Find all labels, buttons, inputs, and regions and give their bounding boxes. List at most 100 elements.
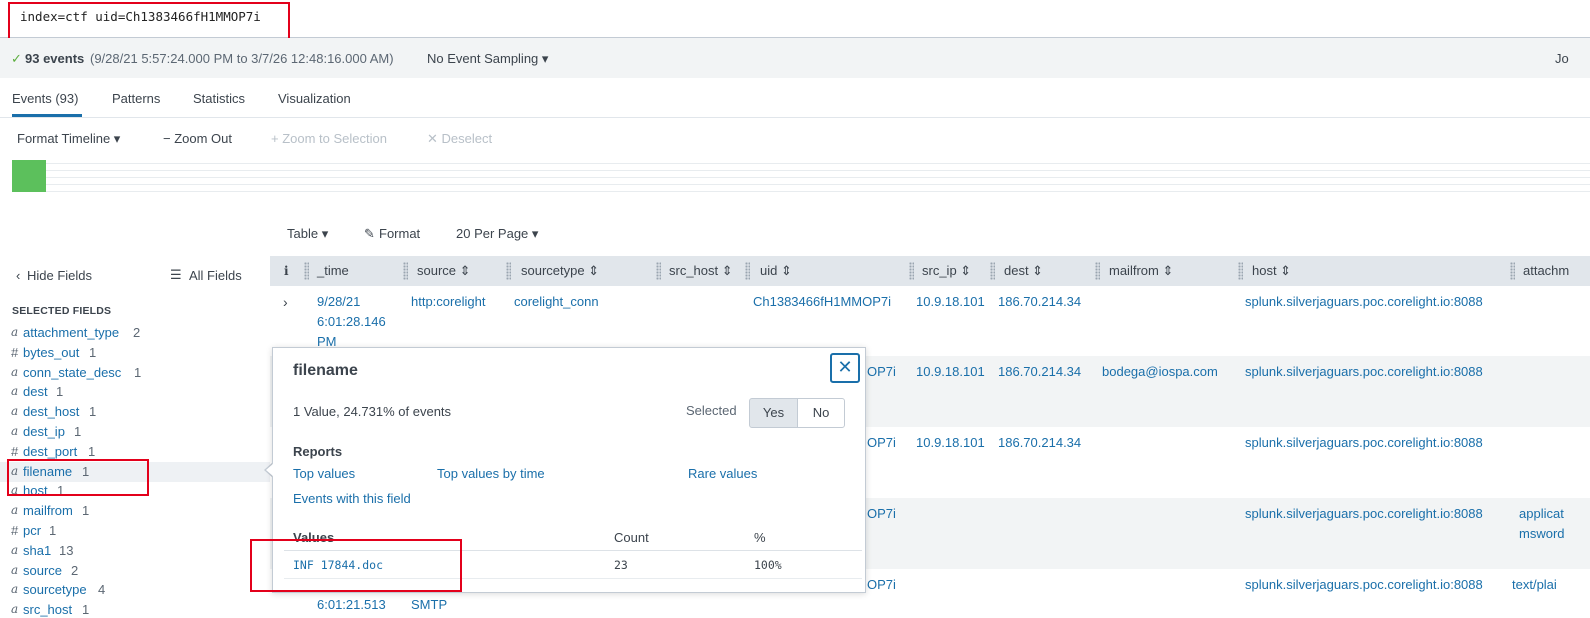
tab-events[interactable]: Events (93) bbox=[12, 91, 78, 106]
report-top-values-by-time-link[interactable]: Top values by time bbox=[437, 466, 545, 481]
column-grip[interactable] bbox=[403, 262, 408, 280]
column-header-sourcetype[interactable]: sourcetype ⇕ bbox=[521, 256, 599, 286]
cell-time-clock[interactable]: 6:01:28.146 bbox=[317, 312, 386, 332]
field-row-dest[interactable]: a dest 1 bbox=[0, 382, 270, 402]
field-name[interactable]: bytes_out bbox=[23, 345, 79, 360]
selected-no-button[interactable]: No bbox=[797, 398, 845, 428]
job-menu[interactable]: Jo bbox=[1555, 51, 1569, 66]
column-grip[interactable] bbox=[506, 262, 511, 280]
field-name[interactable]: dest_host bbox=[23, 404, 79, 419]
column-header-mailfrom[interactable]: mailfrom ⇕ bbox=[1109, 256, 1173, 286]
cell-attachment-type[interactable]: applicat bbox=[1519, 504, 1564, 524]
field-name[interactable]: conn_state_desc bbox=[23, 365, 121, 380]
field-row-source[interactable]: a source 2 bbox=[0, 561, 270, 581]
field-row-conn-state-desc[interactable]: a conn_state_desc 1 bbox=[0, 363, 270, 383]
format-button[interactable]: Format bbox=[379, 226, 420, 241]
field-name[interactable]: dest_ip bbox=[23, 424, 65, 439]
column-header-uid[interactable]: uid ⇕ bbox=[760, 256, 792, 286]
report-events-with-field-link[interactable]: Events with this field bbox=[293, 491, 411, 506]
column-grip[interactable] bbox=[656, 262, 661, 280]
report-top-values-link[interactable]: Top values bbox=[293, 466, 355, 481]
column-grip[interactable] bbox=[304, 262, 309, 280]
field-name[interactable]: src_host bbox=[23, 602, 72, 617]
cell-dest[interactable]: 186.70.214.34 bbox=[998, 292, 1081, 312]
cell-host[interactable]: splunk.silverjaguars.poc.corelight.io:80… bbox=[1245, 433, 1483, 453]
cell-attachment-type-2[interactable]: msword bbox=[1519, 524, 1565, 544]
field-name[interactable]: dest bbox=[23, 384, 48, 399]
zoom-to-selection-button[interactable]: + Zoom to Selection bbox=[271, 131, 387, 146]
deselect-button[interactable]: ✕ Deselect bbox=[427, 131, 492, 147]
field-row-bytes-out[interactable]: # bytes_out 1 bbox=[0, 343, 270, 363]
field-row-filename[interactable]: a filename 1 bbox=[0, 461, 270, 482]
column-header-time[interactable]: _time bbox=[317, 256, 349, 286]
cell-uid[interactable]: OP7i bbox=[867, 504, 896, 524]
per-page-dropdown[interactable]: 20 Per Page ▾ bbox=[456, 226, 538, 242]
cell-source[interactable]: http:corelight bbox=[411, 292, 485, 312]
tab-visualization[interactable]: Visualization bbox=[278, 91, 351, 106]
timeline-bar[interactable] bbox=[12, 160, 46, 192]
field-row-dest-port[interactable]: # dest_port 1 bbox=[0, 442, 270, 462]
column-header-dest[interactable]: dest ⇕ bbox=[1004, 256, 1043, 286]
field-row-mailfrom[interactable]: a mailfrom 1 bbox=[0, 501, 270, 521]
tab-patterns[interactable]: Patterns bbox=[112, 91, 160, 106]
column-header-attachment[interactable]: attachm bbox=[1523, 256, 1569, 286]
cell-sourcetype[interactable]: corelight_conn bbox=[514, 292, 599, 312]
column-grip[interactable] bbox=[745, 262, 750, 280]
cell-attachment-type[interactable]: text/plai bbox=[1512, 575, 1557, 595]
cell-uid[interactable]: Ch1383466fH1MMOP7i bbox=[753, 292, 891, 312]
field-name[interactable]: attachment_type bbox=[23, 325, 119, 340]
tab-statistics[interactable]: Statistics bbox=[193, 91, 245, 106]
value-filename-link[interactable]: INF 17844.doc bbox=[293, 558, 383, 572]
column-header-src-ip[interactable]: src_ip ⇕ bbox=[922, 256, 971, 286]
cell-mailfrom[interactable]: bodega@iospa.com bbox=[1102, 362, 1218, 382]
event-sampling-dropdown[interactable]: No Event Sampling ▾ bbox=[427, 51, 548, 67]
zoom-out-button[interactable]: − Zoom Out bbox=[163, 131, 232, 146]
cell-source[interactable]: SMTP bbox=[411, 595, 447, 615]
cell-uid[interactable]: OP7i bbox=[867, 362, 896, 382]
column-header-source[interactable]: source ⇕ bbox=[417, 256, 471, 286]
field-name[interactable]: mailfrom bbox=[23, 503, 73, 518]
format-timeline-button[interactable]: Format Timeline ▾ bbox=[17, 131, 120, 147]
field-row-pcr[interactable]: # pcr 1 bbox=[0, 521, 270, 541]
column-grip[interactable] bbox=[909, 262, 914, 280]
event-count[interactable]: 93 events bbox=[25, 51, 84, 66]
cell-host[interactable]: splunk.silverjaguars.poc.corelight.io:80… bbox=[1245, 362, 1483, 382]
field-name[interactable]: sourcetype bbox=[23, 582, 87, 597]
field-name[interactable]: pcr bbox=[23, 523, 41, 538]
field-row-sha1[interactable]: a sha1 13 bbox=[0, 541, 270, 561]
cell-host[interactable]: splunk.silverjaguars.poc.corelight.io:80… bbox=[1245, 292, 1483, 312]
table-view-dropdown[interactable]: Table ▾ bbox=[287, 226, 328, 242]
report-rare-values-link[interactable]: Rare values bbox=[688, 466, 757, 481]
cell-src-ip[interactable]: 10.9.18.101 bbox=[916, 362, 985, 382]
field-row-attachment-type[interactable]: a attachment_type 2 bbox=[0, 323, 270, 343]
field-name[interactable]: sha1 bbox=[23, 543, 51, 558]
field-row-dest-ip[interactable]: a dest_ip 1 bbox=[0, 422, 270, 442]
column-header-src-host[interactable]: src_host ⇕ bbox=[669, 256, 733, 286]
all-fields-button[interactable]: All Fields bbox=[189, 268, 242, 283]
field-row-src-host[interactable]: a src_host 1 bbox=[0, 600, 270, 618]
close-icon[interactable]: ✕ bbox=[830, 353, 860, 383]
field-name[interactable]: filename bbox=[23, 464, 72, 479]
field-name[interactable]: source bbox=[23, 563, 62, 578]
column-grip[interactable] bbox=[1095, 262, 1100, 280]
column-header-host[interactable]: host ⇕ bbox=[1252, 256, 1291, 286]
selected-yes-button[interactable]: Yes bbox=[749, 398, 798, 428]
expand-row-chevron-icon[interactable]: › bbox=[283, 292, 288, 312]
cell-uid[interactable]: OP7i bbox=[867, 575, 896, 595]
column-grip[interactable] bbox=[990, 262, 995, 280]
cell-dest[interactable]: 186.70.214.34 bbox=[998, 433, 1081, 453]
cell-time-clock[interactable]: 6:01:21.513 bbox=[317, 595, 386, 615]
cell-src-ip[interactable]: 10.9.18.101 bbox=[916, 292, 985, 312]
cell-uid[interactable]: OP7i bbox=[867, 433, 896, 453]
field-name[interactable]: host bbox=[23, 483, 48, 498]
field-row-host[interactable]: a host 1 bbox=[0, 481, 270, 501]
cell-host[interactable]: splunk.silverjaguars.poc.corelight.io:80… bbox=[1245, 575, 1483, 595]
cell-dest[interactable]: 186.70.214.34 bbox=[998, 362, 1081, 382]
field-row-dest-host[interactable]: a dest_host 1 bbox=[0, 402, 270, 422]
cell-src-ip[interactable]: 10.9.18.101 bbox=[916, 433, 985, 453]
field-name[interactable]: dest_port bbox=[23, 444, 77, 459]
hide-fields-button[interactable]: Hide Fields bbox=[27, 268, 92, 283]
search-input[interactable]: index=ctf uid=Ch1383466fH1MMOP7i bbox=[14, 6, 286, 30]
column-grip[interactable] bbox=[1510, 262, 1515, 280]
cell-host[interactable]: splunk.silverjaguars.poc.corelight.io:80… bbox=[1245, 504, 1483, 524]
